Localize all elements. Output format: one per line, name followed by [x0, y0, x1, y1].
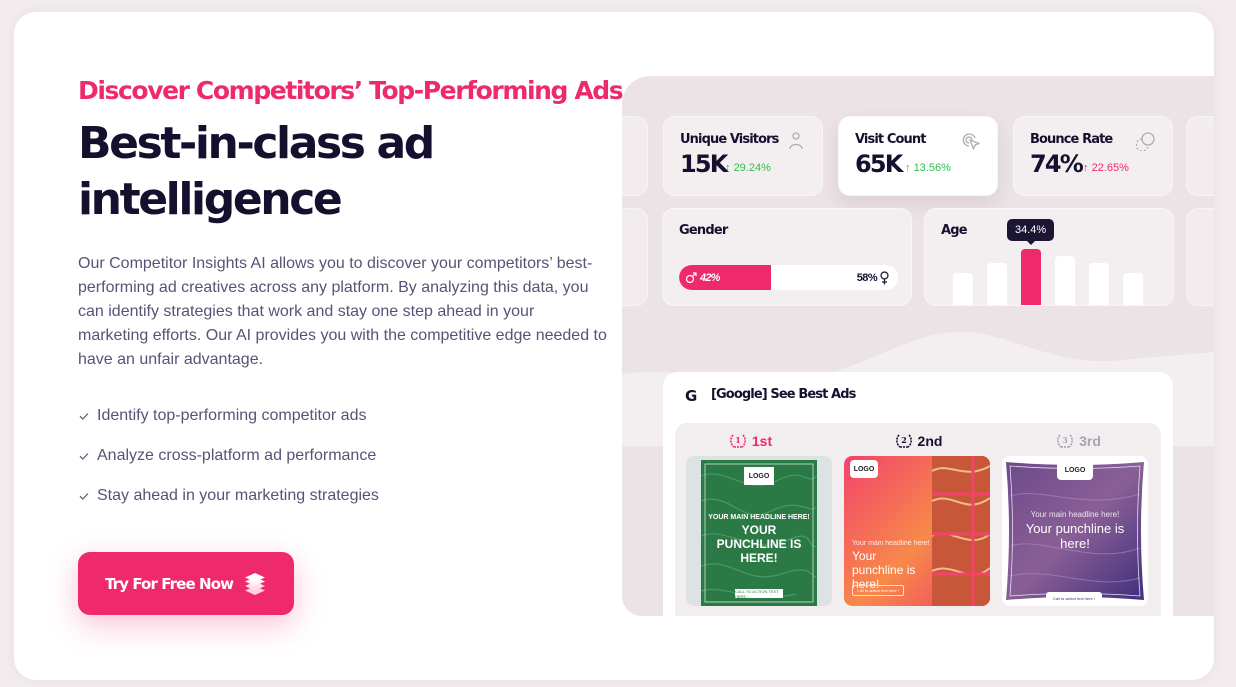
feature-label: Analyze cross-platform ad performance [97, 447, 377, 464]
stat-card-unique-visitors[interactable]: Unique Visitors 15K ↑ 29.24% [663, 116, 823, 196]
best-ads-title: [Google] See Best Ads [711, 387, 856, 402]
ad-creative-3[interactable]: LOGO Your main headline here! Your punch… [1002, 456, 1148, 606]
ad-punchline: YOUR PUNCHLINE IS HERE! [716, 523, 802, 565]
ad-logo: LOGO [1057, 460, 1093, 480]
male-icon [685, 271, 697, 283]
svg-text:3: 3 [1062, 435, 1068, 445]
panel-partial-left [622, 208, 648, 306]
dashboard-preview: Unique Visitors 15K ↑ 29.24% Visit Count… [622, 76, 1214, 616]
gender-panel: Gender 42% 58% [662, 208, 912, 306]
google-g-icon: G [685, 387, 698, 405]
section-headline: Best-in-class ad intelligence [78, 118, 435, 225]
feature-item: Analyze cross-platform ad performance [78, 444, 379, 468]
feature-item: Identify top-performing competitor ads [78, 404, 379, 428]
age-bar[interactable] [1089, 263, 1109, 305]
age-bar[interactable] [1021, 249, 1041, 305]
ad-creative-2[interactable]: LOGO Your main headline here! Your punch… [844, 456, 990, 606]
stat-card-bounce-rate[interactable]: Bounce Rate 74% ↑ 22.65% [1013, 116, 1173, 196]
feature-section-card: Discover Competitors’ Top-Performing Ads… [14, 12, 1214, 680]
age-tooltip: 34.4% [1007, 219, 1055, 245]
feature-label: Identify top-performing competitor ads [97, 407, 367, 424]
female-percent: 58% [856, 271, 878, 284]
ads-ranking-area: 1 1st 2 2nd 3 3rd LOGO YOUR MAIN HEADLIN… [675, 423, 1161, 616]
rank-tab-3rd[interactable]: 3 3rd [1003, 433, 1153, 449]
stat-card-visit-count[interactable]: Visit Count 65K ↑ 13.56% [838, 116, 998, 196]
age-bar[interactable] [1055, 256, 1075, 305]
cta-label: Try For Free Now [104, 574, 234, 593]
ad-headline: Your main headline here! [852, 540, 930, 547]
stat-delta: ↑ 22.65% [1083, 162, 1129, 174]
stat-value: 15K [680, 150, 728, 178]
stat-delta: ↑ 29.24% [725, 162, 771, 174]
laurel-badge-icon: 2 [895, 434, 912, 448]
stat-label: Visit Count [855, 132, 926, 147]
ad-cta: Call to action text here › [1046, 592, 1102, 604]
gender-title: Gender [679, 223, 728, 238]
laurel-badge-icon: 3 [1057, 434, 1074, 448]
best-ads-panel: G [Google] See Best Ads 1 1st 2 2nd 3 3r… [663, 372, 1173, 616]
click-cursor-icon [962, 133, 980, 150]
male-percent: 42% [700, 271, 720, 284]
rank-label: 3rd [1079, 433, 1101, 449]
ad-headline: YOUR MAIN HEADLINE HERE! [708, 514, 810, 521]
feature-label: Stay ahead in your marketing strategies [97, 487, 379, 504]
check-icon [79, 493, 89, 500]
check-icon [79, 413, 89, 420]
user-icon [789, 132, 803, 150]
age-bar[interactable] [1123, 273, 1143, 305]
age-bar[interactable] [953, 273, 973, 305]
ad-cta: Call to action text here › [852, 585, 904, 596]
female-icon [880, 270, 889, 284]
panel-partial-right [1186, 208, 1214, 306]
ad-logo: LOGO [744, 467, 774, 485]
rank-tab-1st[interactable]: 1 1st [675, 433, 825, 449]
stat-delta: ↑ 13.56% [905, 162, 951, 174]
svg-text:2: 2 [901, 435, 907, 445]
rank-label: 2nd [917, 433, 943, 449]
stat-card-partial-left [622, 116, 648, 196]
ad-cta: CALL TO ACTION TEXT HERE › [735, 589, 783, 599]
svg-text:1: 1 [735, 435, 741, 445]
age-panel: Age 34.4% [924, 208, 1174, 306]
gender-female-segment: 58% [857, 265, 890, 290]
gender-bar: 42% 58% [679, 265, 898, 290]
feature-list: Identify top-performing competitor ads A… [78, 404, 379, 524]
stat-label: Bounce Rate [1030, 132, 1113, 147]
ad-creative-1[interactable]: LOGO YOUR MAIN HEADLINE HERE! YOUR PUNCH… [686, 456, 832, 606]
ad-headline: Your main headline here! [1030, 510, 1120, 519]
stat-value: 65K [855, 150, 903, 178]
stat-label: Unique Visitors [680, 132, 779, 147]
section-description: Our Competitor Insights AI allows you to… [78, 255, 607, 368]
layers-icon [245, 572, 266, 595]
rank-tab-2nd[interactable]: 2 2nd [843, 433, 993, 449]
laurel-badge-icon: 1 [729, 434, 746, 448]
section-eyebrow: Discover Competitors’ Top-Performing Ads [78, 76, 624, 105]
gender-male-fill: 42% [679, 265, 771, 290]
age-bar[interactable] [987, 263, 1007, 305]
ad-logo: LOGO [850, 460, 878, 478]
rank-label: 1st [751, 433, 773, 449]
stat-value: 74% [1030, 150, 1084, 178]
stat-card-partial-right [1186, 116, 1214, 196]
bounce-icon [1136, 132, 1155, 151]
feature-item: Stay ahead in your marketing strategies [78, 484, 379, 508]
check-icon [79, 453, 89, 460]
try-for-free-button[interactable]: Try For Free Now [78, 552, 294, 615]
ad-punchline: Your punchline is here! [1025, 521, 1125, 551]
